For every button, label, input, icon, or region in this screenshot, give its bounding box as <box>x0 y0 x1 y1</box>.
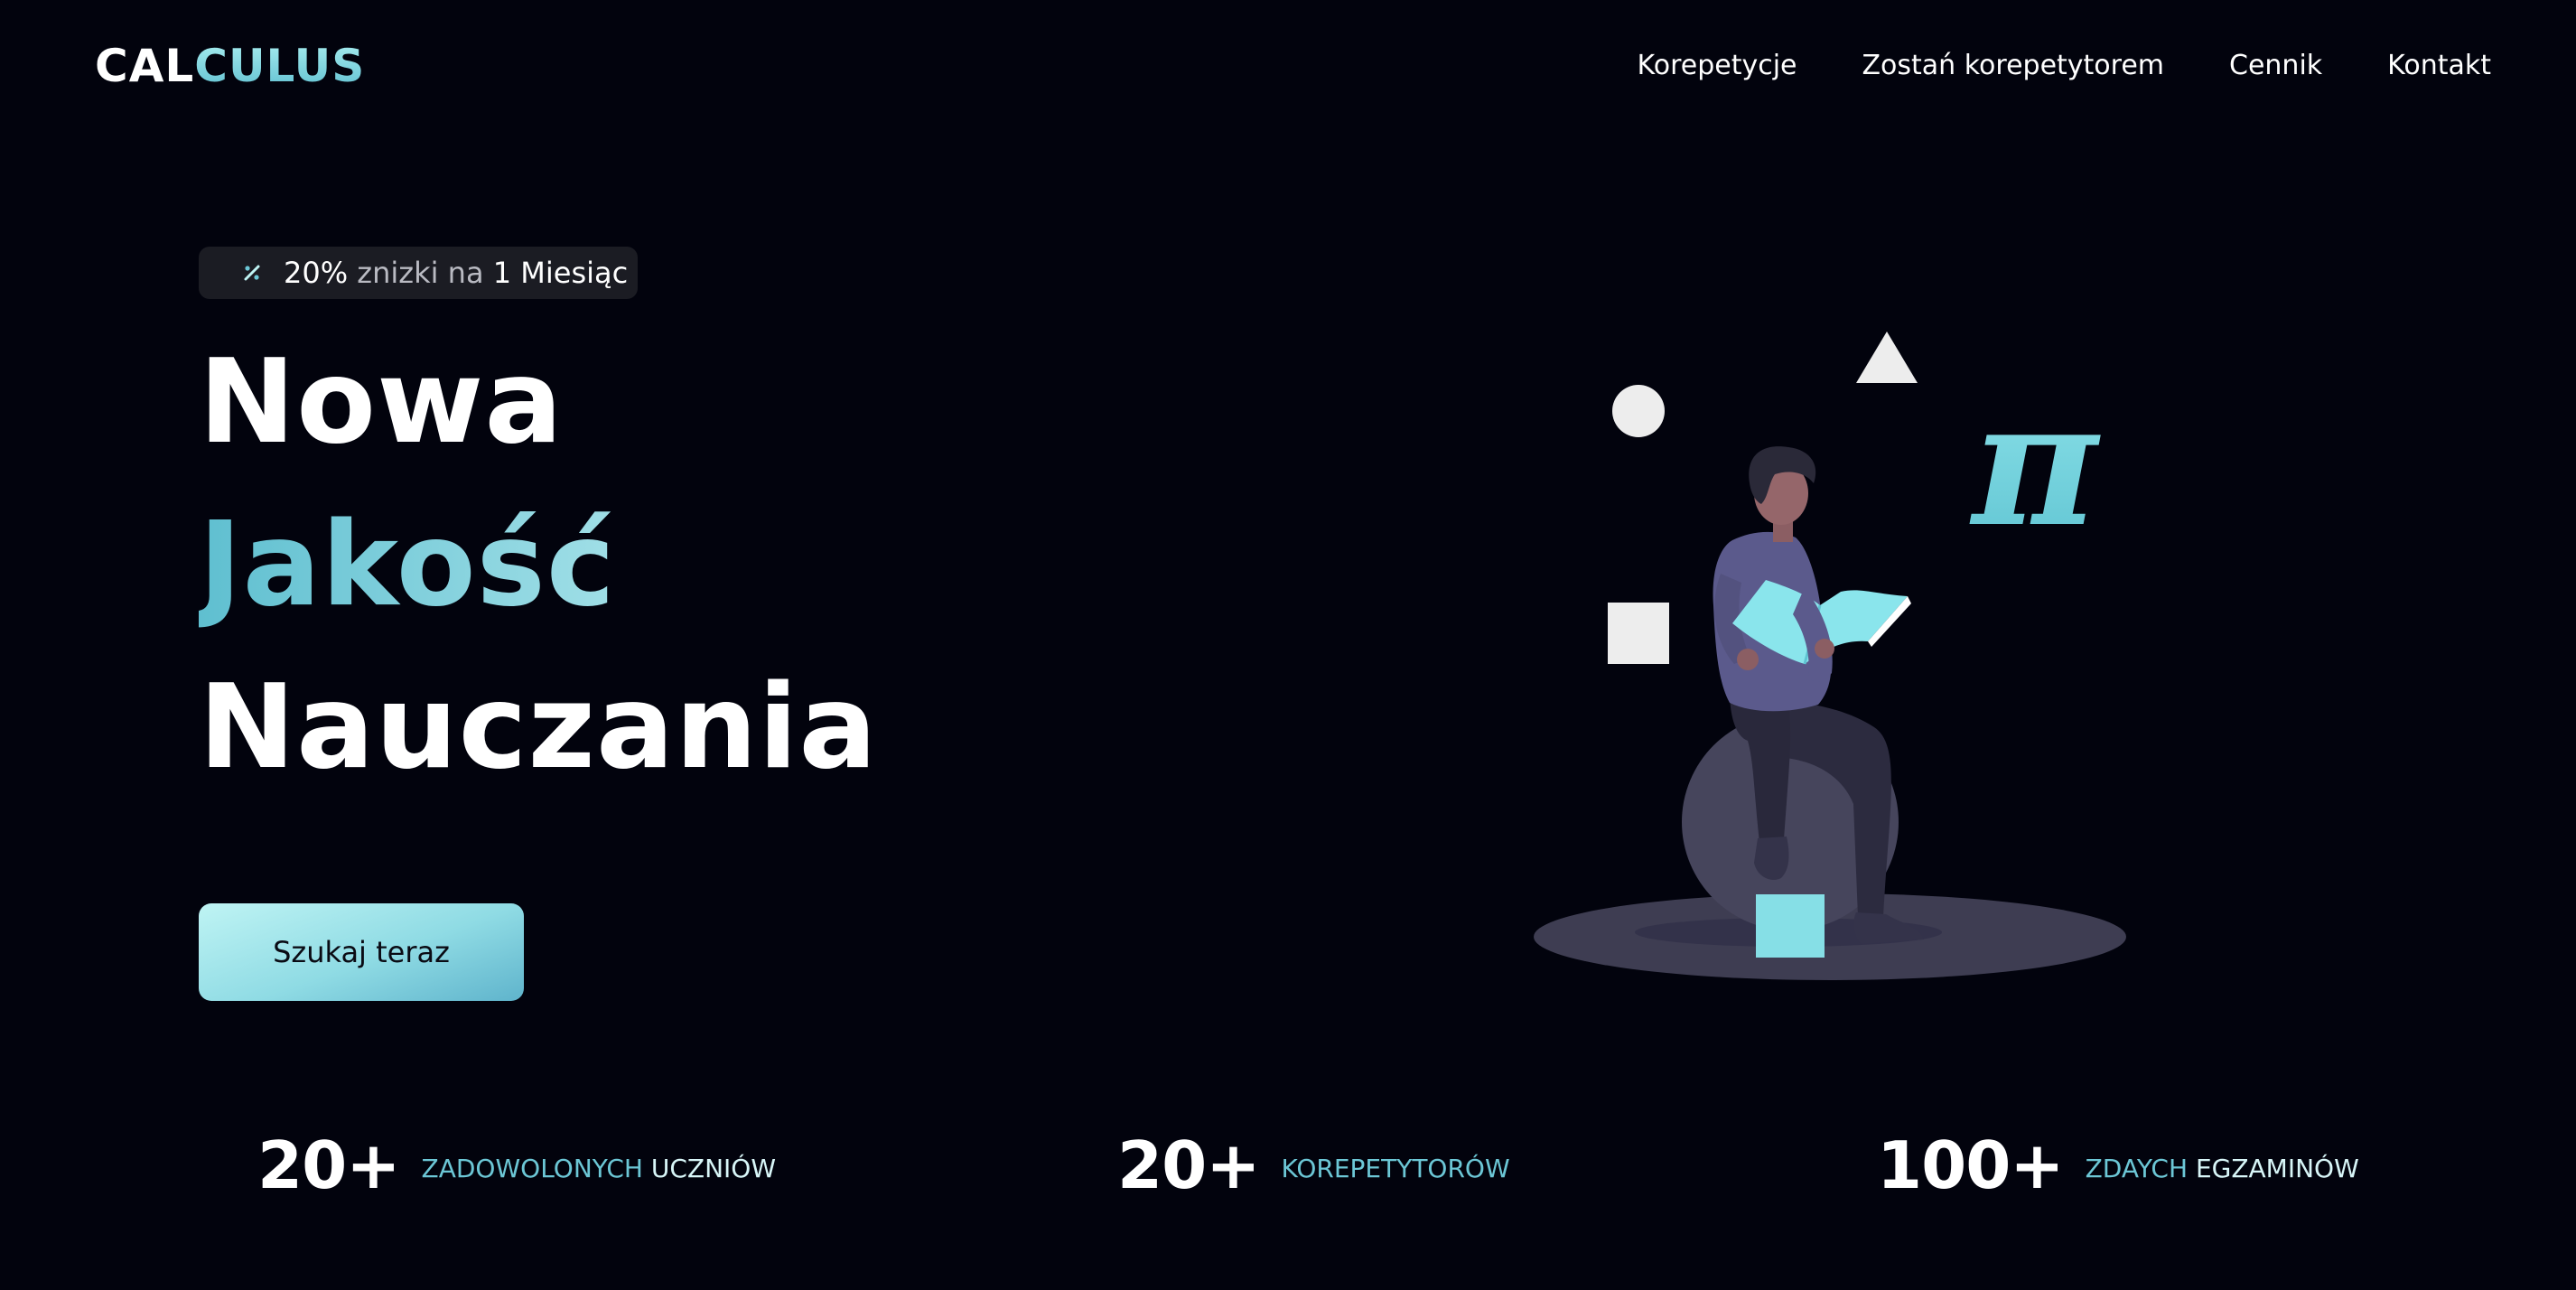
stat-label-part1: KOREPETYTORÓW <box>1281 1154 1510 1183</box>
promo-percent: 20% <box>284 256 349 290</box>
stat-tutors: 20+ KOREPETYTORÓW <box>1117 1129 1510 1201</box>
nav-link-korepetycje[interactable]: Korepetycje <box>1638 43 1797 89</box>
promo-badge: 20% znizki na 1 Miesiąc <box>199 247 638 299</box>
stat-students: 20+ ZADOWOLONYCH UCZNIÓW <box>257 1129 776 1201</box>
nav-link-pricing[interactable]: Cennik <box>2229 43 2322 89</box>
nav-link-contact[interactable]: Kontakt <box>2387 43 2491 89</box>
hero-line-2: Jakość <box>199 484 878 647</box>
percent-icon <box>238 259 266 286</box>
logo-text-part2: CULUS <box>194 40 366 92</box>
stat-number: 100+ <box>1877 1127 2065 1203</box>
pi-symbol: π <box>1969 363 2101 565</box>
hero-line-1: Nowa <box>199 335 564 470</box>
stat-number: 20+ <box>257 1127 401 1203</box>
stat-label-part2: EGZAMINÓW <box>2188 1154 2359 1183</box>
stat-label: ZDAYCH EGZAMINÓW <box>2086 1144 2359 1187</box>
promo-text: 20% znizki na 1 Miesiąc <box>284 255 628 291</box>
floating-circle-shape <box>1612 385 1665 437</box>
stat-label-part1: ZDAYCH <box>2085 1154 2189 1183</box>
nav-link-become-tutor[interactable]: Zostań korepetytorem <box>1862 43 2165 89</box>
stat-number: 20+ <box>1117 1127 1261 1203</box>
main-nav: Korepetycje Zostań korepetytorem Cennik … <box>1638 43 2491 89</box>
stat-exams: 100+ ZDAYCH EGZAMINÓW <box>1877 1129 2359 1201</box>
figure-left-hand <box>1737 649 1759 670</box>
logo-text-part1: CAL <box>95 40 195 92</box>
search-now-button[interactable]: Szukaj teraz <box>199 903 524 1001</box>
promo-middle: znizki na <box>348 256 493 290</box>
figure-right-hand <box>1815 639 1834 659</box>
stat-label-part2: UCZNIÓW <box>642 1154 777 1183</box>
floating-triangle-shape <box>1856 332 1918 383</box>
stat-label-part1: ZADOWOLONYCH <box>421 1154 643 1183</box>
hero-heading: Nowa Jakość Nauczania <box>199 322 878 809</box>
logo[interactable]: CALCULUS <box>95 34 365 98</box>
cyan-block <box>1756 894 1825 958</box>
landing-page: CALCULUS Korepetycje Zostań korepetytore… <box>0 0 2576 1290</box>
stat-label: KOREPETYTORÓW <box>1282 1144 1510 1187</box>
floating-square-shape <box>1608 603 1669 664</box>
promo-duration: 1 Miesiąc <box>492 256 629 290</box>
stat-label: ZADOWOLONYCH UCZNIÓW <box>422 1144 777 1187</box>
hero-line-3: Nauczania <box>199 660 878 795</box>
reading-person-illustration: π <box>1534 332 2126 980</box>
